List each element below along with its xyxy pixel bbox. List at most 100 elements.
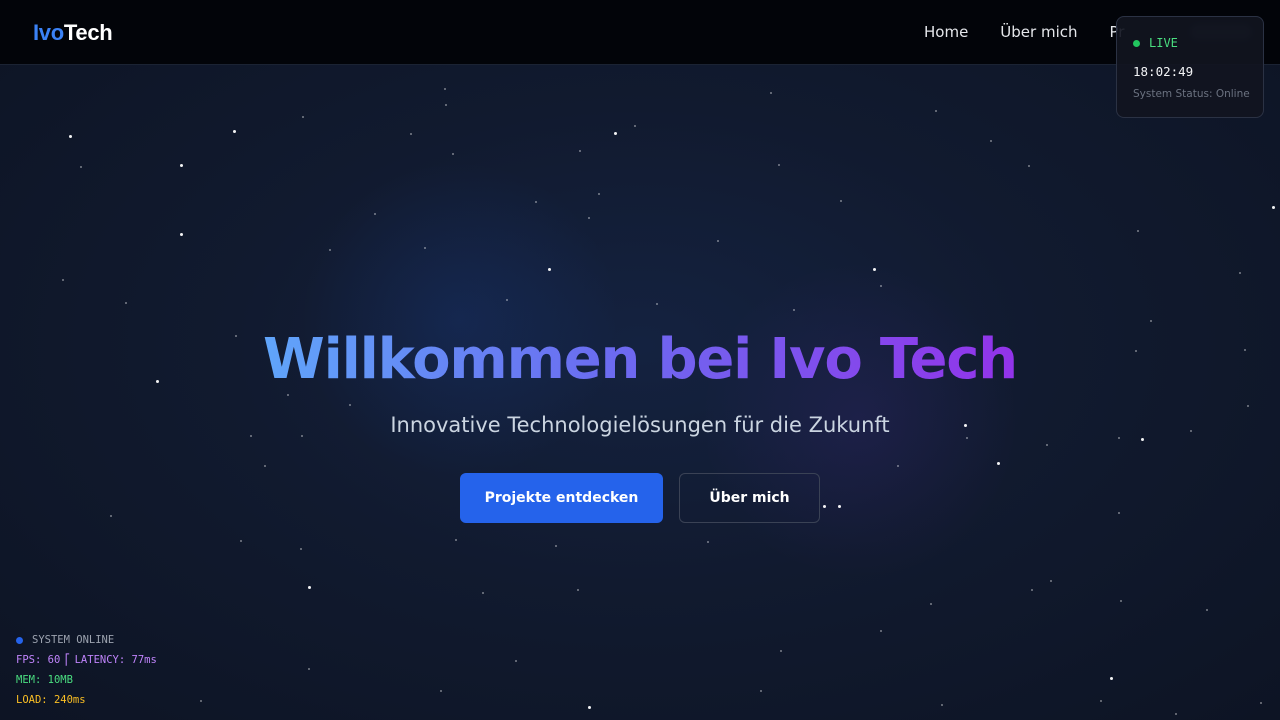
star bbox=[1206, 609, 1208, 611]
star bbox=[770, 92, 772, 94]
star bbox=[1260, 702, 1262, 704]
star bbox=[897, 465, 899, 467]
about-me-button[interactable]: Über mich bbox=[679, 473, 820, 523]
star bbox=[329, 249, 331, 251]
system-status-text: System Status: Online bbox=[1133, 88, 1250, 100]
star bbox=[287, 394, 289, 396]
star bbox=[717, 240, 719, 242]
nav-links: Home Über mich Pr bbox=[924, 23, 1124, 41]
star bbox=[506, 299, 508, 301]
mem-value: 10MB bbox=[47, 674, 73, 686]
star bbox=[445, 104, 447, 106]
star bbox=[1120, 600, 1122, 602]
logo-ivo: Ivo bbox=[33, 20, 64, 45]
load-row: LOAD: 240ms bbox=[16, 690, 157, 710]
star bbox=[240, 540, 242, 542]
live-status-widget: LIVE 18:02:49 System Status: Online bbox=[1116, 16, 1264, 118]
hero-subtitle: Innovative Technologielösungen für die Z… bbox=[390, 413, 890, 437]
star bbox=[80, 166, 82, 168]
star bbox=[440, 690, 442, 692]
star bbox=[555, 545, 557, 547]
star bbox=[1110, 677, 1113, 680]
star bbox=[308, 668, 310, 670]
hero-title: Willkommen bei Ivo Tech bbox=[0, 326, 1280, 394]
star bbox=[1118, 437, 1120, 439]
star bbox=[1031, 589, 1033, 591]
live-dot-icon bbox=[1133, 39, 1140, 47]
star bbox=[424, 247, 426, 249]
star bbox=[1028, 165, 1030, 167]
star bbox=[1239, 272, 1241, 274]
star bbox=[180, 164, 183, 167]
star bbox=[1050, 580, 1052, 582]
star bbox=[110, 515, 112, 517]
star bbox=[1118, 512, 1120, 514]
star bbox=[588, 706, 591, 709]
star bbox=[455, 539, 457, 541]
separator-icon: ⎡ bbox=[64, 654, 71, 666]
fps-latency-row: FPS: 60 ⎡ LATENCY: 77ms bbox=[16, 650, 157, 670]
live-indicator: LIVE bbox=[1133, 36, 1178, 50]
latency-label: LATENCY: bbox=[74, 654, 126, 666]
star bbox=[1150, 320, 1152, 322]
star bbox=[308, 586, 311, 589]
live-label: LIVE bbox=[1149, 36, 1178, 50]
star bbox=[200, 700, 202, 702]
star bbox=[300, 548, 302, 550]
load-value: 240ms bbox=[53, 694, 86, 706]
star bbox=[548, 268, 551, 271]
star bbox=[873, 268, 876, 271]
star bbox=[180, 233, 183, 236]
star bbox=[1141, 438, 1144, 441]
mem-label: MEM: bbox=[16, 674, 42, 686]
latency-value: 77ms bbox=[131, 654, 157, 666]
star bbox=[656, 303, 658, 305]
star bbox=[69, 135, 72, 138]
star bbox=[997, 462, 1000, 465]
star bbox=[482, 592, 484, 594]
star bbox=[823, 505, 826, 508]
star bbox=[634, 125, 636, 127]
debug-panel: SYSTEM ONLINE FPS: 60 ⎡ LATENCY: 77ms ME… bbox=[16, 630, 157, 710]
star bbox=[1046, 444, 1048, 446]
live-clock: 18:02:49 bbox=[1133, 64, 1194, 79]
star bbox=[793, 309, 795, 311]
star bbox=[760, 690, 762, 692]
star bbox=[577, 589, 579, 591]
star bbox=[579, 150, 581, 152]
star bbox=[614, 132, 617, 135]
star bbox=[966, 437, 968, 439]
star bbox=[452, 153, 454, 155]
system-online-label: SYSTEM ONLINE bbox=[32, 634, 115, 646]
star bbox=[1175, 713, 1177, 715]
star bbox=[1100, 700, 1102, 702]
star bbox=[930, 603, 932, 605]
star bbox=[990, 140, 992, 142]
star bbox=[1247, 405, 1249, 407]
fps-value: 60 bbox=[47, 654, 61, 666]
logo-tech: Tech bbox=[63, 20, 113, 45]
hero-title-text: Willkommen bei Ivo Tech bbox=[263, 327, 1018, 392]
navbar: IvoTech Home Über mich Pr bbox=[0, 0, 1280, 65]
star bbox=[941, 704, 943, 706]
star bbox=[349, 404, 351, 406]
star bbox=[778, 164, 780, 166]
nav-link-about[interactable]: Über mich bbox=[1000, 23, 1077, 41]
star bbox=[535, 201, 537, 203]
system-dot-icon bbox=[16, 636, 23, 644]
explore-projects-button[interactable]: Projekte entdecken bbox=[460, 473, 663, 523]
star bbox=[264, 465, 266, 467]
load-label: LOAD: bbox=[16, 694, 48, 706]
star bbox=[410, 133, 412, 135]
nav-link-home[interactable]: Home bbox=[924, 23, 968, 41]
star bbox=[880, 630, 882, 632]
star bbox=[125, 302, 127, 304]
star bbox=[233, 130, 236, 133]
star bbox=[880, 285, 882, 287]
site-logo[interactable]: IvoTech bbox=[33, 20, 113, 46]
star bbox=[935, 110, 937, 112]
star bbox=[598, 193, 600, 195]
star bbox=[374, 213, 376, 215]
fps-label: FPS: bbox=[16, 654, 42, 666]
star bbox=[588, 217, 590, 219]
